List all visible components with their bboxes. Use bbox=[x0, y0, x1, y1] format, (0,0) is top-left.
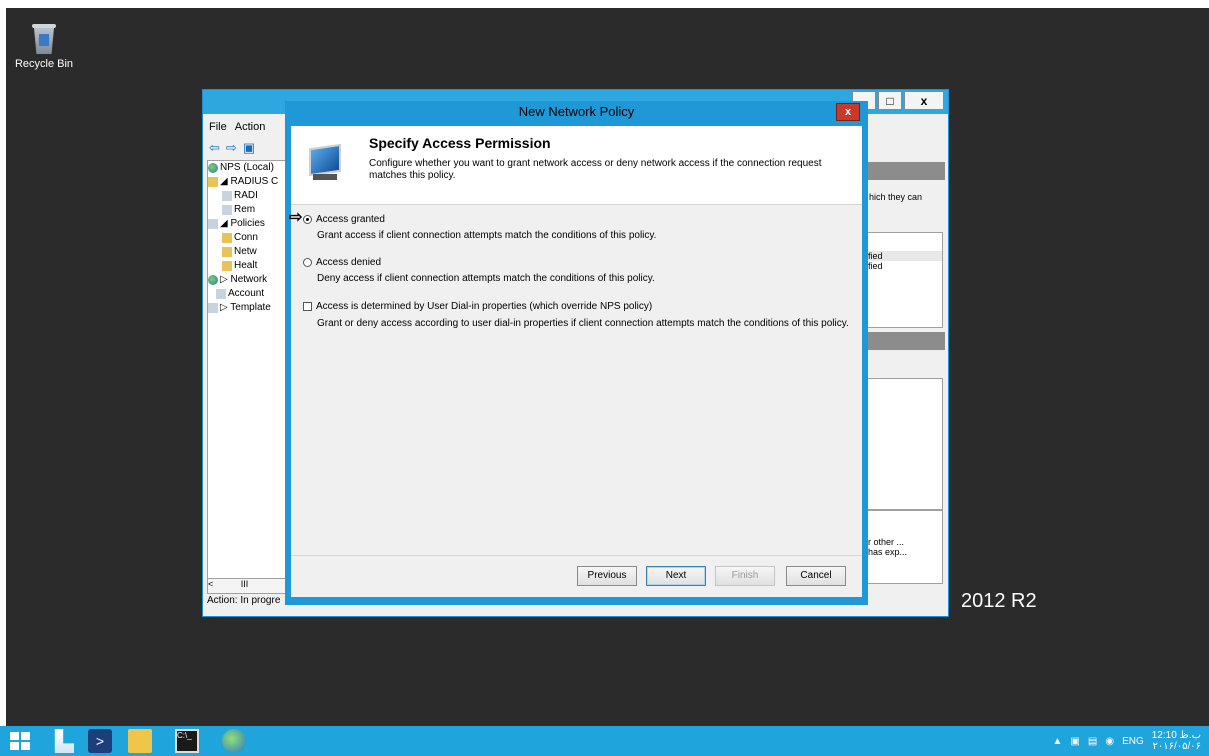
details-box[interactable] bbox=[867, 378, 943, 510]
document-icon bbox=[208, 219, 218, 229]
page-description: Configure whether you want to grant netw… bbox=[369, 158, 822, 181]
details-pane: hich they can fied fied r other ... has … bbox=[867, 160, 945, 584]
details-row[interactable]: r other ... bbox=[868, 537, 942, 547]
tree-item[interactable]: ◢ Policies bbox=[208, 217, 288, 231]
dialog-title: New Network Policy bbox=[518, 104, 635, 119]
tree-item[interactable]: ◢ RADIUS C bbox=[208, 175, 288, 189]
folder-up-icon[interactable]: ▣ bbox=[243, 140, 255, 156]
document-icon bbox=[222, 191, 232, 201]
cancel-button[interactable]: Cancel bbox=[786, 566, 846, 586]
tree-item[interactable]: Conn bbox=[208, 231, 288, 245]
dialin-description: Grant or deny access according to user d… bbox=[317, 318, 849, 329]
dialog-close-button[interactable]: x bbox=[836, 103, 860, 121]
nps-taskbar-icon[interactable] bbox=[222, 729, 246, 753]
menu-action[interactable]: Action bbox=[235, 121, 266, 133]
recycle-bin[interactable]: Recycle Bin bbox=[14, 22, 74, 70]
server-manager-icon[interactable] bbox=[54, 729, 74, 753]
powershell-icon[interactable]: > bbox=[88, 729, 112, 753]
details-header-band bbox=[867, 162, 945, 180]
os-watermark: 2012 R2 bbox=[961, 590, 1037, 612]
template-icon bbox=[208, 303, 218, 313]
wizard-header: Specify Access Permission Configure whet… bbox=[291, 126, 862, 205]
folder-icon bbox=[208, 177, 218, 187]
network-icon bbox=[208, 275, 218, 285]
tree-item[interactable]: ▷ Template bbox=[208, 301, 288, 315]
clock[interactable]: 12:10 ب.ظ ۲۰۱۶/۰۵/۰۶ bbox=[1152, 730, 1201, 752]
show-hidden-icons-icon[interactable]: ▲ bbox=[1053, 736, 1063, 747]
accounting-icon bbox=[216, 289, 226, 299]
tree-horizontal-scrollbar[interactable]: < III bbox=[207, 578, 289, 594]
file-explorer-icon[interactable] bbox=[128, 729, 152, 753]
wizard-button-bar: Previous Next Finish Cancel bbox=[291, 555, 862, 598]
access-denied-option[interactable]: Access denied bbox=[303, 257, 381, 268]
details-row[interactable]: fied bbox=[868, 251, 942, 261]
access-granted-description: Grant access if client connection attemp… bbox=[317, 230, 657, 241]
recycle-bin-icon bbox=[31, 22, 57, 54]
access-granted-label: Access granted bbox=[316, 214, 385, 225]
action-center-icon[interactable]: ▤ bbox=[1088, 736, 1097, 747]
next-button[interactable]: Next bbox=[646, 566, 706, 586]
details-box[interactable]: r other ... has exp... bbox=[867, 510, 943, 584]
folder-icon bbox=[222, 233, 232, 243]
details-header-band bbox=[867, 332, 945, 350]
recycle-bin-label: Recycle Bin bbox=[14, 58, 74, 70]
taskbar: > C:\_ ▲ ▣ ▤ ◉ ENG 12:10 ب.ظ ۲۰۱۶/۰۵/۰۶ bbox=[0, 726, 1209, 756]
details-row[interactable]: has exp... bbox=[868, 547, 942, 557]
access-denied-radio[interactable] bbox=[303, 258, 312, 267]
tree-item[interactable]: Account bbox=[208, 287, 288, 301]
details-list[interactable]: fied fied bbox=[867, 232, 943, 328]
status-bar: Action: In progre bbox=[207, 595, 281, 606]
finish-button[interactable]: Finish bbox=[715, 566, 775, 586]
access-granted-option[interactable]: ⇨ Access granted bbox=[289, 210, 385, 226]
document-icon bbox=[222, 205, 232, 215]
previous-button[interactable]: Previous bbox=[577, 566, 637, 586]
details-row[interactable]: fied bbox=[868, 261, 942, 271]
globe-icon bbox=[208, 163, 218, 173]
folder-icon bbox=[222, 247, 232, 257]
start-button[interactable] bbox=[10, 732, 30, 750]
access-granted-radio[interactable] bbox=[303, 215, 312, 224]
tree-item[interactable]: ▷ Network bbox=[208, 273, 288, 287]
tree-item[interactable]: Rem bbox=[208, 203, 288, 217]
dialin-label: Access is determined by User Dial-in pro… bbox=[316, 301, 653, 312]
sound-icon[interactable]: ◉ bbox=[1105, 736, 1114, 747]
monitor-icon bbox=[305, 143, 343, 182]
tree-item[interactable]: NPS (Local) bbox=[208, 161, 288, 175]
tree-item[interactable]: Healt bbox=[208, 259, 288, 273]
console-menu: File Action bbox=[209, 121, 265, 133]
dialog-body: Specify Access Permission Configure whet… bbox=[289, 126, 862, 598]
console-tree: NPS (Local) ◢ RADIUS C RADI Rem ◢ Polici… bbox=[207, 160, 289, 580]
tree-item[interactable]: Netw bbox=[208, 245, 288, 259]
network-alert-icon[interactable]: ▣ bbox=[1070, 736, 1079, 747]
clock-date: ۲۰۱۶/۰۵/۰۶ bbox=[1152, 741, 1201, 752]
back-icon[interactable]: ⇦ bbox=[209, 140, 220, 156]
clock-time: 12:10 ب.ظ bbox=[1151, 730, 1201, 741]
new-network-policy-dialog: New Network Policy x Specify Access Perm… bbox=[285, 101, 868, 605]
language-indicator[interactable]: ENG bbox=[1122, 736, 1144, 747]
tree-item[interactable]: RADI bbox=[208, 189, 288, 203]
page-title: Specify Access Permission bbox=[369, 135, 551, 151]
forward-icon[interactable]: ⇨ bbox=[226, 140, 237, 156]
folder-icon bbox=[222, 261, 232, 271]
menu-file[interactable]: File bbox=[209, 121, 227, 133]
command-prompt-icon[interactable]: C:\_ bbox=[175, 729, 199, 753]
access-denied-label: Access denied bbox=[316, 257, 382, 268]
console-toolbar: ⇦ ⇨ ▣ bbox=[209, 140, 255, 156]
details-text: hich they can bbox=[869, 192, 923, 202]
pointer-arrow-icon: ⇨ bbox=[289, 209, 303, 226]
dialin-checkbox[interactable] bbox=[303, 302, 312, 311]
close-button[interactable]: x bbox=[904, 91, 944, 110]
maximize-button[interactable]: □ bbox=[878, 91, 902, 110]
system-tray: ▲ ▣ ▤ ◉ ENG 12:10 ب.ظ ۲۰۱۶/۰۵/۰۶ bbox=[1053, 726, 1201, 756]
dialin-option[interactable]: Access is determined by User Dial-in pro… bbox=[303, 301, 652, 312]
access-denied-description: Deny access if client connection attempt… bbox=[317, 273, 655, 284]
